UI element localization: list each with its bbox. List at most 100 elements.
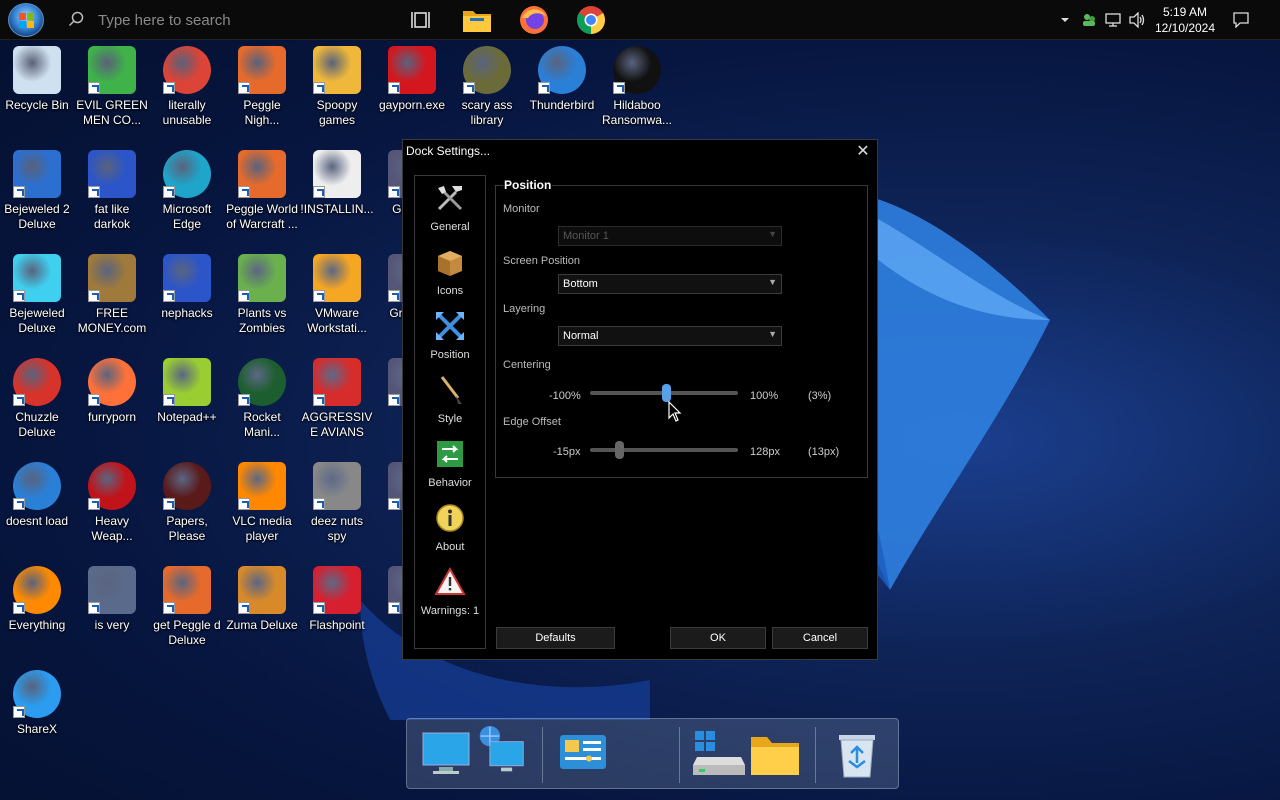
close-button[interactable]: ✕: [855, 141, 871, 161]
desktop-icon[interactable]: Thunderbird: [525, 46, 599, 113]
recycle-bin-icon[interactable]: [831, 729, 883, 779]
desktop-icon[interactable]: Zuma Deluxe: [225, 566, 299, 633]
sidebar-item-style[interactable]: Style: [415, 370, 485, 432]
desktop-icon[interactable]: !INSTALLIN...: [300, 150, 374, 217]
desktop-icon[interactable]: fat like darkok: [75, 150, 149, 232]
people-tray-icon[interactable]: [1081, 12, 1097, 28]
taskbar: Type here to search 5:19 AM 12/10/2024: [0, 0, 1280, 40]
desktop-icon-label: !INSTALLIN...: [300, 202, 374, 216]
firefox-icon[interactable]: [518, 4, 550, 36]
thunderbird-icon: [538, 46, 586, 94]
sidebar-item-general[interactable]: General: [415, 178, 485, 240]
desktop-icon[interactable]: AGGRESSIVE AVIANS: [300, 358, 374, 440]
volume-icon[interactable]: [1129, 12, 1147, 28]
monitor-select[interactable]: Monitor 1 ▼: [558, 226, 782, 246]
sidebar-label: Behavior: [428, 477, 472, 489]
sidebar-item-warnings[interactable]: Warnings: 1: [415, 562, 485, 624]
library-icon: [463, 46, 511, 94]
shortcut-arrow-icon: [88, 82, 100, 94]
dock-settings-dialog: Dock Settings... ✕ General Icons Positio…: [402, 139, 878, 660]
desktop-icon-label: doesnt load: [5, 514, 69, 528]
notification-icon[interactable]: [1233, 12, 1249, 28]
shortcut-arrow-icon: [13, 290, 25, 302]
desktop-icon[interactable]: Hildaboo Ransomwa...: [600, 46, 674, 128]
desktop-icon[interactable]: Recycle Bin: [0, 46, 74, 113]
taskbar-search[interactable]: Type here to search: [56, 4, 386, 36]
task-view-icon[interactable]: [406, 4, 438, 36]
messenger-icon: [88, 46, 136, 94]
desktop-icon-label: scary ass library: [461, 98, 513, 127]
sidebar-item-position[interactable]: Position: [415, 306, 485, 368]
desktop-icon-label: nephacks: [161, 306, 213, 320]
windows-drive-icon[interactable]: [693, 729, 745, 779]
desktop-icon[interactable]: Heavy Weap...: [75, 462, 149, 544]
thunderbird-icon: [13, 462, 61, 510]
chrome-icon[interactable]: [575, 4, 607, 36]
behavior-arrows-icon: [437, 441, 463, 467]
desktop-icon[interactable]: Peggle Nigh...: [225, 46, 299, 128]
shortcut-arrow-icon: [313, 602, 325, 614]
papers-please-icon: [163, 462, 211, 510]
desktop-icon[interactable]: scary ass library: [450, 46, 524, 128]
layering-select[interactable]: Normal ▼: [558, 326, 782, 346]
desktop-icon[interactable]: Notepad++: [150, 358, 224, 425]
chevron-up-icon[interactable]: [1060, 15, 1070, 25]
desktop-icon[interactable]: gayporn.exe: [375, 46, 449, 113]
desktop-icon[interactable]: deez nuts spy: [300, 462, 374, 544]
desktop-icon[interactable]: Everything: [0, 566, 74, 633]
control-panel-icon[interactable]: [557, 729, 609, 779]
desktop-icon[interactable]: Plants vs Zombies: [225, 254, 299, 336]
desktop-icon[interactable]: Papers, Please: [150, 462, 224, 544]
pvz-icon: [238, 254, 286, 302]
desktop-icon[interactable]: VMware Workstati...: [300, 254, 374, 336]
clock[interactable]: 5:19 AM 12/10/2024: [1150, 4, 1220, 36]
file-explorer-icon[interactable]: [461, 4, 493, 36]
shortcut-arrow-icon: [538, 82, 550, 94]
desktop-icon[interactable]: ShareX: [0, 670, 74, 737]
desktop-icon[interactable]: FREE MONEY.com: [75, 254, 149, 336]
desktop-icon[interactable]: Chuzzle Deluxe: [0, 358, 74, 440]
network-icon[interactable]: [1105, 12, 1121, 28]
desktop-icon[interactable]: Spoopy games: [300, 46, 374, 128]
desktop-icon-label: Zuma Deluxe: [226, 618, 298, 632]
cancel-button[interactable]: Cancel: [772, 627, 868, 649]
edge-offset-label: Edge Offset: [503, 416, 561, 428]
desktop-icon[interactable]: Rocket Mani...: [225, 358, 299, 440]
start-button[interactable]: [8, 3, 44, 37]
desktop-icon[interactable]: is very: [75, 566, 149, 633]
sidebar-item-about[interactable]: About: [415, 498, 485, 560]
sidebar-item-icons[interactable]: Icons: [415, 242, 485, 304]
desktop-icon-label: Chuzzle Deluxe: [15, 410, 59, 439]
desktop-icon[interactable]: nephacks: [150, 254, 224, 321]
desktop-icon[interactable]: VLC media player: [225, 462, 299, 544]
desktop-icon-label: Papers, Please: [166, 514, 208, 543]
desktop-icon[interactable]: doesnt load: [0, 462, 74, 529]
ok-button[interactable]: OK: [670, 627, 766, 649]
sidebar-item-behavior[interactable]: Behavior: [415, 434, 485, 496]
defaults-button[interactable]: Defaults: [496, 627, 615, 649]
shortcut-arrow-icon: [613, 82, 625, 94]
desktop-icon[interactable]: literally unusable: [150, 46, 224, 128]
desktop-icon[interactable]: get Peggle d Deluxe: [150, 566, 224, 648]
desktop-icon[interactable]: EVIL GREEN MEN CO...: [75, 46, 149, 128]
shortcut-arrow-icon: [163, 186, 175, 198]
monitor-icon[interactable]: [421, 729, 473, 779]
edge-offset-slider-track[interactable]: [590, 448, 738, 452]
shortcut-arrow-icon: [463, 82, 475, 94]
desktop-icon[interactable]: Peggle World of Warcraft ...: [225, 150, 299, 232]
desktop-icon[interactable]: Flashpoint: [300, 566, 374, 633]
centering-slider-thumb[interactable]: [661, 384, 671, 402]
folder-icon[interactable]: [749, 729, 801, 779]
desktop-icon-label: Recycle Bin: [5, 98, 69, 112]
mpi-icon: [88, 150, 136, 198]
shortcut-arrow-icon: [238, 82, 250, 94]
shortcut-arrow-icon: [163, 498, 175, 510]
edge-offset-slider-thumb[interactable]: [614, 441, 624, 459]
network-monitor-icon[interactable]: [475, 725, 527, 775]
desktop-icon[interactable]: Bejeweled Deluxe: [0, 254, 74, 336]
desktop-icon[interactable]: Microsoft Edge: [150, 150, 224, 232]
desktop-icon-label: Notepad++: [157, 410, 217, 424]
desktop-icon[interactable]: furryporn: [75, 358, 149, 425]
screen-position-select[interactable]: Bottom ▼: [558, 274, 782, 294]
desktop-icon[interactable]: Bejeweled 2 Deluxe: [0, 150, 74, 232]
